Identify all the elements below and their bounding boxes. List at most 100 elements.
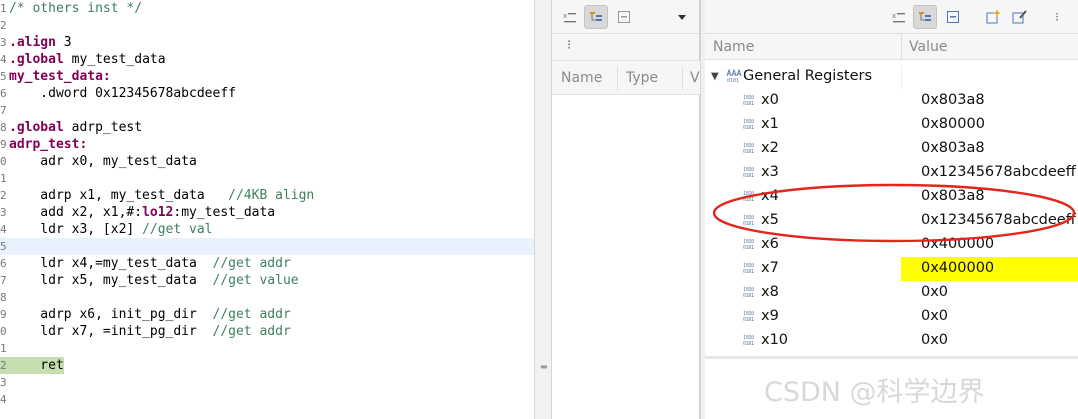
line-number: 7	[0, 104, 7, 117]
code-line[interactable]: 0 adr x0, my_test_data	[0, 153, 534, 170]
register-row-x10[interactable]: 1010 0101 x10 0x0	[705, 329, 1078, 353]
register-group-row[interactable]: ▼ 0101 General Registers	[705, 65, 1078, 89]
register-name: x10	[761, 332, 789, 348]
code-line[interactable]: 3 add x2, x1,#:lo12:my_test_data	[0, 204, 534, 221]
line-number: 0	[0, 155, 7, 168]
code-line[interactable]: 3	[0, 374, 534, 391]
edit-register-group-icon[interactable]	[1007, 5, 1031, 29]
code-text: adrp_test:	[9, 136, 87, 153]
detail-pane-sash[interactable]	[705, 356, 1078, 359]
code-line[interactable]: 4 .global my_test_data	[0, 51, 534, 68]
code-keyword: .align	[9, 35, 56, 50]
code-line[interactable]: 3 .align 3	[0, 34, 534, 51]
code-line[interactable]: 4	[0, 391, 534, 408]
code-comment: //get value	[212, 273, 299, 288]
register-row-x1[interactable]: 1010 0101 x1 0x80000	[705, 113, 1078, 137]
line-number: 6	[0, 87, 7, 100]
code-keyword: .global	[9, 120, 64, 135]
code-line[interactable]: 5	[0, 238, 534, 255]
register-group-icon: 0101	[726, 69, 742, 83]
register-icon: 1010 0101	[743, 191, 754, 203]
column-value[interactable]: V	[690, 70, 700, 86]
register-row-x6[interactable]: 1010 0101 x6 0x400000	[705, 233, 1078, 257]
register-row-x2[interactable]: 1010 0101 x2 0x803a8	[705, 137, 1078, 161]
register-row-x5[interactable]: 1010 0101 x5 0x12345678abcdeeff	[705, 209, 1078, 233]
register-row-x0[interactable]: 1010 0101 x0 0x803a8	[705, 89, 1078, 113]
code-text: add x2, x1,#:lo12:my_test_data	[9, 204, 275, 221]
code-comment: //get addr	[212, 307, 291, 322]
code-comment: /* others inst */	[9, 1, 143, 16]
register-value: 0x400000	[921, 260, 995, 276]
code-comment: //get addr	[212, 324, 291, 339]
code-line[interactable]: 5 my_test_data:	[0, 68, 534, 85]
watermark: CSDN @科学边界	[764, 377, 985, 408]
code-line[interactable]: 1	[0, 340, 534, 357]
column-divider[interactable]	[901, 34, 902, 60]
collapse-all-icon[interactable]	[941, 5, 965, 29]
code-line[interactable]: 0 ldr x7, =init_pg_dir //get addr	[0, 323, 534, 340]
register-value: 0x12345678abcdeeff	[921, 212, 1076, 228]
line-number: 2	[0, 19, 7, 32]
code-line[interactable]: 6 ldr x4,=my_test_data //get addr	[0, 255, 534, 272]
line-number: 1	[0, 2, 7, 15]
register-value: 0x0	[921, 308, 949, 324]
show-logical-structure-icon[interactable]	[584, 5, 608, 29]
code-line[interactable]: 8	[0, 289, 534, 306]
show-type-names-icon[interactable]: x	[887, 5, 911, 29]
column-name[interactable]: Name	[561, 70, 602, 86]
code-line[interactable]: 1	[0, 170, 534, 187]
line-number: 9	[0, 138, 7, 151]
editor-scrollbar[interactable]: ▬	[534, 0, 552, 419]
show-type-names-icon[interactable]: x	[558, 5, 582, 29]
column-value[interactable]: Value	[909, 39, 947, 55]
collapse-all-icon[interactable]	[612, 5, 636, 29]
register-row-x9[interactable]: 1010 0101 x9 0x0	[705, 305, 1078, 329]
code-token: ldr x7, =init_pg_dir	[9, 324, 213, 339]
register-row-x7[interactable]: 1010 0101 x7 0x400000	[705, 257, 1078, 281]
register-icon: 1010 0101	[743, 287, 754, 299]
register-name: x2	[761, 140, 779, 156]
add-register-group-icon[interactable]	[981, 5, 1005, 29]
register-row-x3[interactable]: 1010 0101 x3 0x12345678abcdeeff	[705, 161, 1078, 185]
code-line[interactable]: 2	[0, 17, 534, 34]
column-divider[interactable]	[617, 66, 618, 90]
code-line[interactable]: 9 adrp_test:	[0, 136, 534, 153]
view-menu-chevron-down-icon[interactable]	[670, 5, 694, 29]
code-text: .dword 0x12345678abcdeeff	[9, 85, 236, 102]
code-line[interactable]: 9 adrp x6, init_pg_dir //get addr	[0, 306, 534, 323]
register-name: x8	[761, 284, 779, 300]
code-line[interactable]: 2 adrp x1, my_test_data //4KB align	[0, 187, 534, 204]
line-number: 3	[0, 206, 7, 219]
register-row-x8[interactable]: 1010 0101 x8 0x0	[705, 281, 1078, 305]
code-text: /* others inst */	[9, 0, 142, 17]
register-icon: 1010 0101	[743, 239, 754, 251]
expand-arrow-icon[interactable]: ▼	[711, 71, 719, 82]
column-type[interactable]: Type	[626, 70, 658, 86]
line-number: 0	[0, 325, 7, 338]
register-value: 0x12345678abcdeeff	[921, 164, 1076, 180]
code-line[interactable]: 7	[0, 102, 534, 119]
code-line[interactable]: 7 ldr x5, my_test_data //get value	[0, 272, 534, 289]
register-value: 0x400000	[921, 236, 995, 252]
column-divider[interactable]	[682, 66, 683, 90]
code-line[interactable]: 4 ldr x3, [x2] //get val	[0, 221, 534, 238]
line-number: 5	[0, 240, 7, 253]
svg-text:0101: 0101	[727, 78, 739, 83]
code-line[interactable]: 1/* others inst */	[0, 0, 534, 17]
code-line[interactable]: 6 .dword 0x12345678abcdeeff	[0, 85, 534, 102]
register-row-x4[interactable]: 1010 0101 x4 0x803a8	[705, 185, 1078, 209]
code-keyword: adrp_test:	[9, 137, 88, 152]
code-token: adrp x6, init_pg_dir	[9, 307, 213, 322]
line-number: 4	[0, 393, 7, 406]
code-editor[interactable]: 1/* others inst */2 3 .align 3 4 .global my_…	[0, 0, 534, 419]
more-options-icon[interactable]: ⁝	[567, 39, 571, 53]
code-token: 3	[55, 35, 72, 50]
code-line[interactable]: 2 ret	[0, 357, 534, 374]
line-number: 3	[0, 376, 7, 389]
code-line[interactable]: 8 .global adrp_test	[0, 119, 534, 136]
registers-toolbar: x ⁝	[705, 0, 1078, 34]
more-options-icon[interactable]: ⁝	[1045, 5, 1069, 29]
show-logical-structure-icon[interactable]	[913, 5, 937, 29]
column-name[interactable]: Name	[713, 39, 754, 55]
register-name: x7	[761, 260, 779, 276]
